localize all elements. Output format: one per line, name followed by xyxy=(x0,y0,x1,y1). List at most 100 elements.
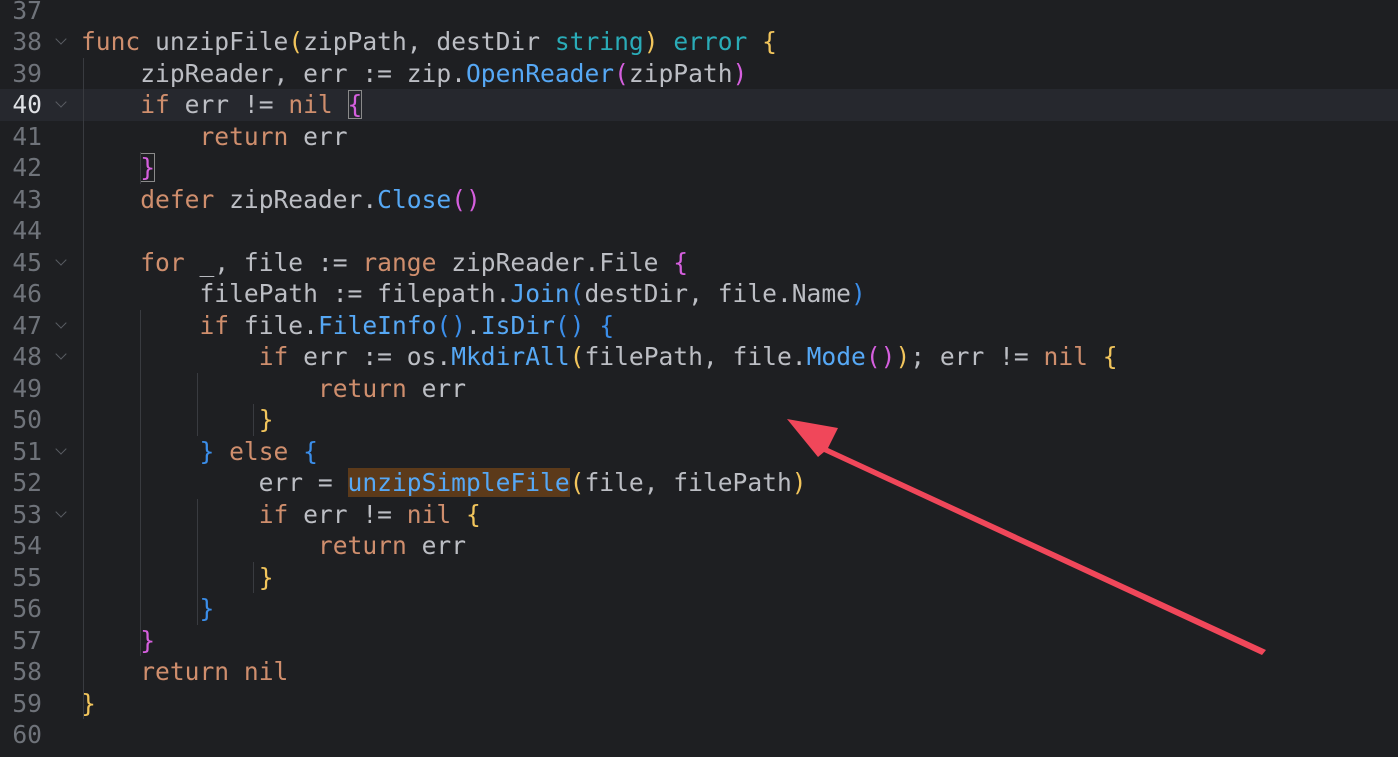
line-number: 50 xyxy=(12,405,42,434)
code-line[interactable]: 41 return err xyxy=(0,121,1398,153)
code-text: if err != nil { xyxy=(81,89,363,121)
fold-chevron-icon[interactable] xyxy=(55,253,67,266)
code-token: err := os. xyxy=(303,342,452,371)
code-token: for xyxy=(140,247,200,277)
code-line[interactable]: 51 } else { xyxy=(0,436,1398,468)
code-token: zipPath, destDir xyxy=(303,27,555,56)
code-token: ) xyxy=(643,27,674,56)
code-text: } xyxy=(81,152,156,184)
code-token: if xyxy=(258,342,304,371)
code-line[interactable]: 44 xyxy=(0,215,1398,247)
line-number: 40 xyxy=(12,90,42,119)
code-token: ; err != xyxy=(910,342,1044,371)
code-token: filePath := filepath. xyxy=(81,279,511,308)
code-token: ) xyxy=(895,342,911,371)
code-token: . xyxy=(466,310,481,340)
code-line[interactable]: 58 return nil xyxy=(0,656,1398,688)
code-token: error xyxy=(673,27,763,56)
code-text: if err != nil { xyxy=(81,499,481,531)
code-text: return err xyxy=(81,121,347,153)
line-number: 59 xyxy=(12,688,42,718)
line-number: 57 xyxy=(12,625,42,655)
code-token: file. xyxy=(243,310,318,340)
code-token: ) xyxy=(732,58,748,88)
code-line[interactable]: 42 } xyxy=(0,152,1398,184)
code-line[interactable]: 40 if err != nil { xyxy=(0,89,1398,121)
line-number: 53 xyxy=(12,499,42,529)
fold-chevron-icon[interactable] xyxy=(55,348,67,360)
code-token: OpenReader xyxy=(465,58,615,88)
code-token: string xyxy=(554,27,644,56)
code-token: ( xyxy=(614,58,629,88)
code-token: err != xyxy=(184,90,289,119)
code-line[interactable]: 56 } xyxy=(0,593,1398,625)
code-token: { xyxy=(762,27,777,56)
code-token: ) xyxy=(850,279,866,308)
code-text: return nil xyxy=(81,656,288,688)
code-token: return xyxy=(199,121,304,151)
code-line[interactable]: 53 if err != nil { xyxy=(0,499,1398,531)
code-token: _, file := xyxy=(199,247,363,277)
code-line[interactable]: 54 return err xyxy=(0,530,1398,562)
code-token: func xyxy=(81,27,156,56)
line-number: 52 xyxy=(12,468,42,497)
code-token: err xyxy=(421,373,466,403)
code-token: { xyxy=(673,247,689,277)
code-line[interactable]: 60 xyxy=(0,719,1398,751)
code-token: unzipSimpleFile xyxy=(347,468,570,497)
code-token: } xyxy=(258,562,274,592)
code-line[interactable]: 39 zipReader, err := zip.OpenReader(zipP… xyxy=(0,58,1398,90)
code-line[interactable]: 45 for _, file := range zipReader.File { xyxy=(0,247,1398,279)
code-line[interactable]: 43 defer zipReader.Close() xyxy=(0,184,1398,216)
code-token: { xyxy=(347,90,363,119)
fold-chevron-icon[interactable] xyxy=(55,33,67,45)
line-number: 48 xyxy=(12,342,42,371)
code-line[interactable]: 37 xyxy=(0,0,1398,26)
code-token: nil xyxy=(1043,342,1103,371)
code-token: { xyxy=(466,499,481,529)
line-number: 41 xyxy=(12,121,42,151)
code-token: err = xyxy=(81,468,348,497)
code-line[interactable]: 52 err = unzipSimpleFile(file, filePath) xyxy=(0,467,1398,499)
code-token: IsDir xyxy=(480,310,555,340)
code-line[interactable]: 57 } xyxy=(0,625,1398,657)
line-number: 39 xyxy=(12,58,42,88)
fold-chevron-icon[interactable] xyxy=(55,316,67,329)
code-line[interactable]: 38 func unzipFile(zipPath, destDir string… xyxy=(0,26,1398,58)
code-text: for _, file := range zipReader.File { xyxy=(81,247,688,279)
code-text: if err := os.MkdirAll(filePath, file.Mod… xyxy=(81,341,1118,373)
code-token: return xyxy=(317,373,422,403)
code-token: if xyxy=(258,499,304,529)
code-line[interactable]: 48 if err := os.MkdirAll(filePath, file.… xyxy=(0,341,1398,373)
code-token: } xyxy=(140,625,156,655)
line-number: 56 xyxy=(12,594,42,623)
code-token: ( xyxy=(569,279,585,308)
fold-chevron-icon[interactable] xyxy=(55,96,67,108)
code-token: defer xyxy=(140,184,230,214)
code-token: ) xyxy=(791,468,807,497)
code-token: zipPath xyxy=(628,58,733,88)
code-text: } xyxy=(81,562,274,594)
code-text: } else { xyxy=(81,436,317,468)
fold-chevron-icon[interactable] xyxy=(55,442,67,455)
fold-chevron-icon[interactable] xyxy=(55,505,67,518)
line-number: 47 xyxy=(12,310,42,340)
code-line[interactable]: 47 if file.FileInfo().IsDir() { xyxy=(0,310,1398,342)
code-line[interactable]: 55 } xyxy=(0,562,1398,594)
line-number: 43 xyxy=(12,184,42,214)
code-line[interactable]: 50 } xyxy=(0,404,1398,436)
code-text: func unzipFile(zipPath, destDir string) … xyxy=(81,26,777,58)
code-line[interactable]: 46 filePath := filepath.Join(destDir, fi… xyxy=(0,278,1398,310)
code-line[interactable]: 49 return err xyxy=(0,373,1398,405)
code-editor[interactable]: 37 38 func unzipFile(zipPath, destDir stri… xyxy=(0,0,1398,757)
code-line[interactable]: 59} xyxy=(0,688,1398,720)
code-token: () xyxy=(436,310,467,340)
line-number: 46 xyxy=(12,279,42,308)
